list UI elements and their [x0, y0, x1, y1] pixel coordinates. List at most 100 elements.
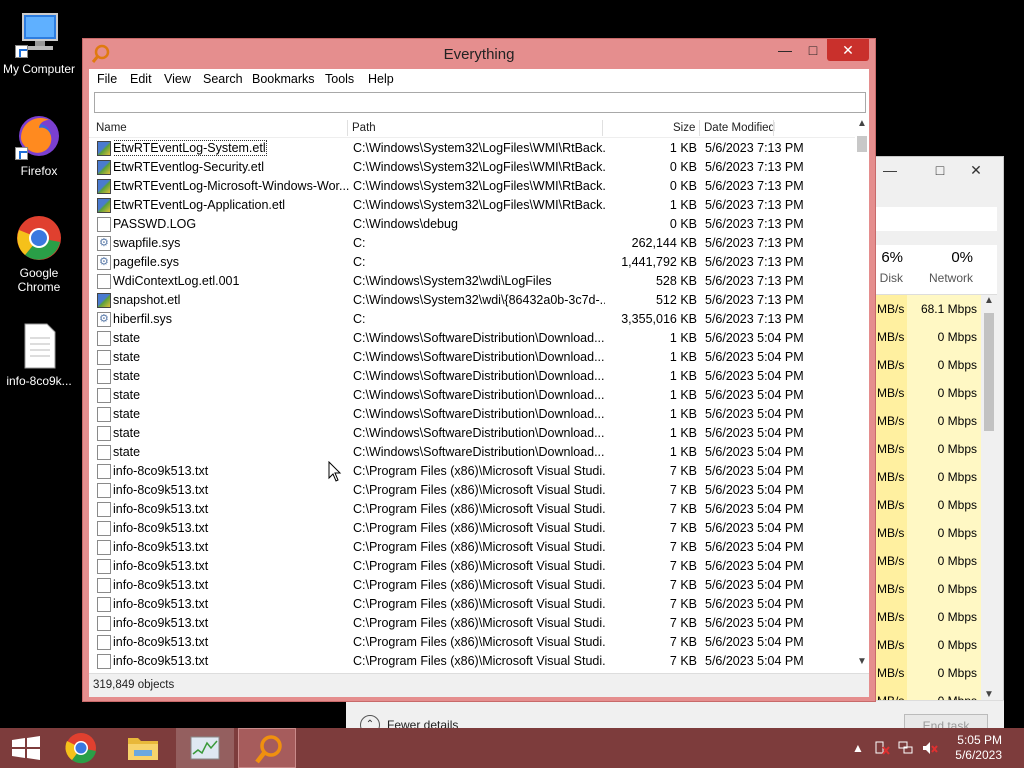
search-input[interactable] — [94, 92, 866, 113]
task-manager-scrollbar[interactable]: ▲ ▼ — [981, 295, 997, 705]
result-row[interactable]: state C:\Windows\SoftwareDistribution\Dow… — [89, 443, 855, 462]
column-divider[interactable] — [347, 120, 348, 136]
menu-view[interactable]: View — [164, 72, 191, 86]
start-button[interactable] — [0, 728, 58, 768]
result-row[interactable]: state C:\Windows\SoftwareDistribution\Dow… — [89, 405, 855, 424]
result-row[interactable]: info-8co9k513.txt C:\Program Files (x86)\… — [89, 595, 855, 614]
maximize-icon[interactable]: □ — [925, 159, 955, 181]
column-header-path[interactable]: Path — [352, 122, 376, 134]
result-row[interactable]: info-8co9k513.txt C:\Program Files (x86)\… — [89, 576, 855, 595]
results-list[interactable]: EtwRTEventLog-System.etl C:\Windows\Syste… — [89, 139, 855, 671]
menu-search[interactable]: Search — [203, 72, 243, 86]
result-row[interactable]: state C:\Windows\SoftwareDistribution\Dow… — [89, 348, 855, 367]
minimize-icon[interactable]: — — [771, 39, 799, 61]
result-row[interactable]: snapshot.etl C:\Windows\System32\wdi\{864… — [89, 291, 855, 310]
process-row[interactable]: MB/s 0 Mbps — [875, 519, 981, 547]
file-path: C:\Windows\SoftwareDistribution\Download… — [353, 369, 605, 383]
desktop-icon-chrome[interactable]: Google Chrome — [1, 214, 77, 294]
process-row[interactable]: MB/s 0 Mbps — [875, 351, 981, 379]
text-file-icon — [97, 483, 111, 498]
menu-edit[interactable]: Edit — [130, 72, 152, 86]
process-row[interactable]: MB/s 0 Mbps — [875, 463, 981, 491]
scrollbar-thumb[interactable] — [857, 136, 867, 152]
network-icon[interactable] — [898, 741, 914, 755]
column-header-name[interactable]: Name — [96, 122, 127, 134]
taskbar-chrome[interactable] — [52, 728, 110, 768]
scroll-up-icon[interactable]: ▲ — [855, 118, 869, 129]
result-row[interactable]: EtwRTEventLog-Microsoft-Windows-Wor... C:… — [89, 177, 855, 196]
result-row[interactable]: info-8co9k513.txt C:\Program Files (x86)\… — [89, 500, 855, 519]
taskbar-everything[interactable] — [238, 728, 296, 768]
process-row[interactable]: MB/s 0 Mbps — [875, 603, 981, 631]
result-row[interactable]: info-8co9k513.txt C:\Program Files (x86)\… — [89, 633, 855, 652]
task-manager-window[interactable]: — □ ✕ 6% Disk 0% Network MB/s 68.1 Mbps MB… — [874, 156, 1004, 756]
result-row[interactable]: info-8co9k513.txt C:\Program Files (x86)\… — [89, 519, 855, 538]
file-date-modified: 5/6/2023 5:04 PM — [705, 578, 804, 592]
everything-window[interactable]: Everything — □ ✕ File Edit View Search B… — [82, 38, 876, 702]
scroll-up-icon[interactable]: ▲ — [981, 295, 997, 306]
process-row[interactable]: MB/s 0 Mbps — [875, 407, 981, 435]
process-row[interactable]: MB/s 0 Mbps — [875, 659, 981, 687]
column-header-date-modified[interactable]: Date Modified — [704, 122, 775, 134]
menu-bookmarks[interactable]: Bookmarks — [252, 72, 315, 86]
close-icon[interactable]: ✕ — [961, 159, 991, 181]
file-name: state — [113, 367, 353, 386]
disk-column-header[interactable]: Disk — [877, 271, 903, 285]
process-row[interactable]: MB/s 0 Mbps — [875, 575, 981, 603]
process-row[interactable]: MB/s 0 Mbps — [875, 491, 981, 519]
result-row[interactable]: info-8co9k513.txt C:\Program Files (x86)\… — [89, 557, 855, 576]
action-center-icon[interactable] — [874, 741, 890, 755]
menu-tools[interactable]: Tools — [325, 72, 354, 86]
taskbar-file-explorer[interactable] — [114, 728, 172, 768]
process-row[interactable]: MB/s 68.1 Mbps — [875, 295, 981, 323]
scroll-down-icon[interactable]: ▼ — [855, 656, 869, 667]
menu-file[interactable]: File — [97, 72, 117, 86]
desktop-icon-info-file[interactable]: info-8co9k... — [1, 322, 77, 388]
process-row[interactable]: MB/s 0 Mbps — [875, 547, 981, 575]
results-scrollbar[interactable]: ▲ ▼ — [855, 118, 869, 671]
menu-help[interactable]: Help — [368, 72, 394, 86]
close-icon[interactable]: ✕ — [827, 39, 869, 61]
file-path: C: — [353, 255, 366, 269]
result-row[interactable]: state C:\Windows\SoftwareDistribution\Dow… — [89, 424, 855, 443]
everything-titlebar[interactable]: Everything — □ ✕ — [83, 39, 875, 69]
result-row[interactable]: EtwRTEventlog-Security.etl C:\Windows\Sys… — [89, 158, 855, 177]
result-row[interactable]: info-8co9k513.txt C:\Program Files (x86)\… — [89, 614, 855, 633]
process-row[interactable]: MB/s 0 Mbps — [875, 379, 981, 407]
column-divider[interactable] — [773, 120, 774, 136]
show-hidden-icons-icon[interactable]: ▲ — [850, 741, 866, 755]
desktop-icon-firefox[interactable]: Firefox — [1, 112, 77, 178]
desktop-icon-my-computer[interactable]: My Computer — [1, 10, 77, 76]
volume-icon[interactable] — [922, 741, 938, 755]
column-divider[interactable] — [602, 120, 603, 136]
taskbar-task-manager[interactable] — [176, 728, 234, 768]
result-row[interactable]: info-8co9k513.txt C:\Program Files (x86)\… — [89, 462, 855, 481]
result-row[interactable]: pagefile.sys C: 1,441,792 KB 5/6/2023 7:13 … — [89, 253, 855, 272]
result-row[interactable]: info-8co9k513.txt C:\Program Files (x86)\… — [89, 652, 855, 671]
process-row[interactable]: MB/s 0 Mbps — [875, 323, 981, 351]
maximize-icon[interactable]: □ — [799, 39, 827, 61]
result-row[interactable]: info-8co9k513.txt C:\Program Files (x86)\… — [89, 481, 855, 500]
result-row[interactable]: WdiContextLog.etl.001 C:\Windows\System32… — [89, 272, 855, 291]
taskbar-clock[interactable]: 5:05 PM 5/6/2023 — [955, 733, 1002, 763]
process-row[interactable]: MB/s 0 Mbps — [875, 435, 981, 463]
result-row[interactable]: EtwRTEventLog-Application.etl C:\Windows\… — [89, 196, 855, 215]
process-row[interactable]: MB/s 0 Mbps — [875, 631, 981, 659]
result-row[interactable]: state C:\Windows\SoftwareDistribution\Dow… — [89, 367, 855, 386]
result-row[interactable]: info-8co9k513.txt C:\Program Files (x86)\… — [89, 538, 855, 557]
file-date-modified: 5/6/2023 5:04 PM — [705, 331, 804, 345]
result-row[interactable]: swapfile.sys C: 262,144 KB 5/6/2023 7:13 PM — [89, 234, 855, 253]
result-row[interactable]: hiberfil.sys C: 3,355,016 KB 5/6/2023 7:13 … — [89, 310, 855, 329]
result-row[interactable]: PASSWD.LOG C:\Windows\debug 0 KB 5/6/2023 7… — [89, 215, 855, 234]
result-row[interactable]: state C:\Windows\SoftwareDistribution\Dow… — [89, 329, 855, 348]
column-header-size[interactable]: Size — [673, 122, 695, 134]
result-row[interactable]: state C:\Windows\SoftwareDistribution\Dow… — [89, 386, 855, 405]
column-divider[interactable] — [699, 120, 700, 136]
task-manager-process-list[interactable]: MB/s 68.1 Mbps MB/s 0 Mbps MB/s 0 Mbps MB/s 0 M… — [875, 295, 981, 705]
minimize-icon[interactable]: — — [875, 159, 905, 181]
network-column-header[interactable]: Network — [915, 271, 973, 285]
scrollbar-thumb[interactable] — [984, 313, 994, 431]
scroll-down-icon[interactable]: ▼ — [981, 689, 997, 700]
task-manager-titlebar[interactable]: — □ ✕ — [875, 157, 1003, 185]
result-row[interactable]: EtwRTEventLog-System.etl C:\Windows\Syste… — [89, 139, 855, 158]
